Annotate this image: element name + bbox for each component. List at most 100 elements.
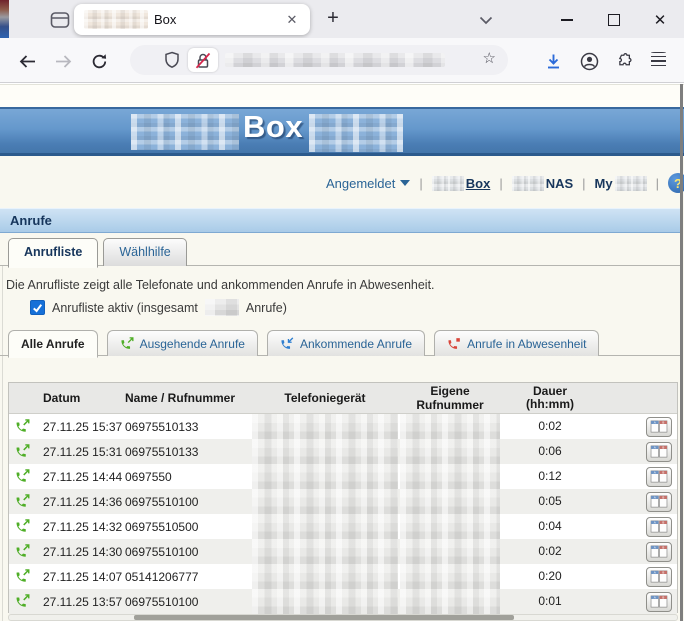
browser-tab-strip: Box ✕ + ✕ — [0, 0, 684, 38]
phonebook-icon — [650, 545, 668, 558]
table-body: 27.11.25 15:37 06975510133 0:02 27.11.25… — [9, 414, 677, 614]
filter-tab-all-label: Alle Anrufe — [21, 337, 85, 351]
call-number: 06975510100 — [125, 545, 250, 559]
horizontal-scrollbar-thumb[interactable] — [134, 615, 514, 620]
app-menu-button[interactable] — [645, 48, 671, 74]
add-to-phonebook-button[interactable] — [646, 542, 672, 562]
redacted-own-number — [400, 539, 500, 564]
nav-link-my[interactable]: My — [595, 176, 647, 191]
add-to-phonebook-button[interactable] — [646, 417, 672, 437]
tab-close-button[interactable]: ✕ — [283, 11, 301, 29]
hamburger-menu-icon — [651, 56, 666, 67]
tab-anrufliste[interactable]: Anrufliste — [8, 238, 98, 268]
panel-left-border — [2, 266, 3, 621]
horizontal-scrollbar[interactable] — [8, 614, 678, 621]
window-maximize-button[interactable] — [598, 8, 630, 32]
desktop-background-sliver — [0, 0, 9, 38]
add-to-phonebook-button[interactable] — [646, 517, 672, 537]
nav-separator: | — [656, 176, 659, 191]
download-icon — [545, 53, 562, 70]
add-to-phonebook-button[interactable] — [646, 492, 672, 512]
section-header: Anrufe — [0, 208, 680, 233]
back-arrow-icon — [19, 54, 36, 69]
add-to-phonebook-button[interactable] — [646, 467, 672, 487]
table-header-row: Datum Name / Rufnummer Telefoniegerät Ei… — [9, 383, 677, 414]
call-date: 27.11.25 15:37 — [35, 420, 125, 434]
browser-tab-active[interactable]: Box ✕ — [74, 4, 310, 35]
add-to-phonebook-button[interactable] — [646, 592, 672, 612]
header-own-number: Eigene Rufnummer — [400, 384, 500, 412]
reload-icon — [91, 53, 108, 70]
phonebook-icon — [650, 420, 668, 433]
redacted-favicon-title — [84, 10, 148, 29]
new-tab-button[interactable]: + — [320, 6, 346, 32]
call-number: 06975510500 — [125, 520, 250, 534]
call-number: 06975510100 — [125, 595, 250, 609]
tracking-protection-shield-icon[interactable] — [164, 51, 180, 74]
nav-separator: | — [582, 176, 585, 191]
back-button[interactable] — [14, 48, 40, 74]
list-all-tabs-button[interactable] — [472, 8, 500, 32]
missed-call-icon — [447, 337, 461, 351]
bookmark-star-icon[interactable]: ☆ — [483, 49, 496, 67]
redacted-device — [252, 439, 398, 464]
call-number: 0697550 — [125, 470, 250, 484]
phonebook-icon — [650, 520, 668, 533]
call-number: 06975510100 — [125, 495, 250, 509]
call-number: 05141206777 — [125, 570, 250, 584]
phonebook-icon — [650, 495, 668, 508]
nav-link-my-label: My — [595, 176, 613, 191]
tab-waehlhilfe[interactable]: Wählhilfe — [103, 238, 186, 266]
window-close-button[interactable]: ✕ — [644, 8, 676, 32]
outgoing-call-icon — [15, 544, 30, 559]
browser-toolbar: ☆ — [0, 38, 684, 83]
redacted-own-number — [400, 589, 500, 614]
phonebook-icon — [650, 595, 668, 608]
redacted-brand — [432, 176, 464, 191]
add-to-phonebook-button[interactable] — [646, 567, 672, 587]
page-top-strip — [0, 85, 684, 107]
filter-tab-missed-label: Anrufe in Abwesenheit — [467, 337, 586, 351]
call-duration: 0:12 — [500, 470, 600, 483]
nav-link-nas[interactable]: NAS — [512, 176, 573, 191]
call-duration: 0:02 — [500, 420, 600, 433]
firefox-view-button[interactable] — [48, 9, 72, 31]
logged-in-label: Angemeldet — [326, 176, 395, 191]
filter-tab-missed[interactable]: Anrufe in Abwesenheit — [434, 330, 599, 356]
header-name: Name / Rufnummer — [125, 391, 250, 405]
extensions-button[interactable] — [611, 48, 637, 74]
account-icon — [580, 52, 599, 71]
vertical-scrollbar[interactable] — [680, 84, 683, 621]
nav-link-box-label: Box — [466, 176, 491, 191]
firefox-view-icon — [50, 11, 70, 29]
redacted-own-number — [400, 564, 500, 589]
phonebook-icon — [650, 570, 668, 583]
forward-button[interactable] — [50, 48, 76, 74]
url-bar[interactable]: ☆ — [130, 45, 508, 75]
checkmark-icon — [32, 303, 43, 313]
page-content: Box Angemeldet | Box | NAS | My | — [0, 84, 684, 621]
reload-button[interactable] — [86, 48, 112, 74]
redacted-brand-right — [309, 114, 403, 152]
downloads-button[interactable] — [540, 48, 566, 74]
account-button[interactable] — [576, 48, 602, 74]
add-to-phonebook-button[interactable] — [646, 442, 672, 462]
nav-link-box[interactable]: Box — [432, 176, 491, 191]
redacted-brand — [615, 176, 647, 191]
redacted-device — [252, 414, 398, 439]
redacted-own-number — [400, 514, 500, 539]
call-list-active-checkbox[interactable] — [30, 300, 45, 315]
window-minimize-button[interactable] — [551, 8, 583, 32]
filter-tab-all[interactable]: Alle Anrufe — [8, 330, 98, 358]
outgoing-call-icon — [15, 494, 30, 509]
logged-in-dropdown[interactable]: Angemeldet — [326, 176, 410, 191]
table-row: 27.11.25 15:31 06975510133 0:06 — [9, 439, 677, 464]
filter-tab-outgoing[interactable]: Ausgehende Anrufe — [107, 330, 258, 356]
redacted-own-number — [400, 414, 500, 439]
redacted-own-number — [400, 464, 500, 489]
outgoing-call-icon — [15, 569, 30, 584]
insecure-connection-lock-icon[interactable] — [188, 48, 218, 72]
redacted-call-count — [205, 299, 239, 316]
call-duration: 0:06 — [500, 445, 600, 458]
filter-tab-incoming[interactable]: Ankommende Anrufe — [267, 330, 425, 356]
